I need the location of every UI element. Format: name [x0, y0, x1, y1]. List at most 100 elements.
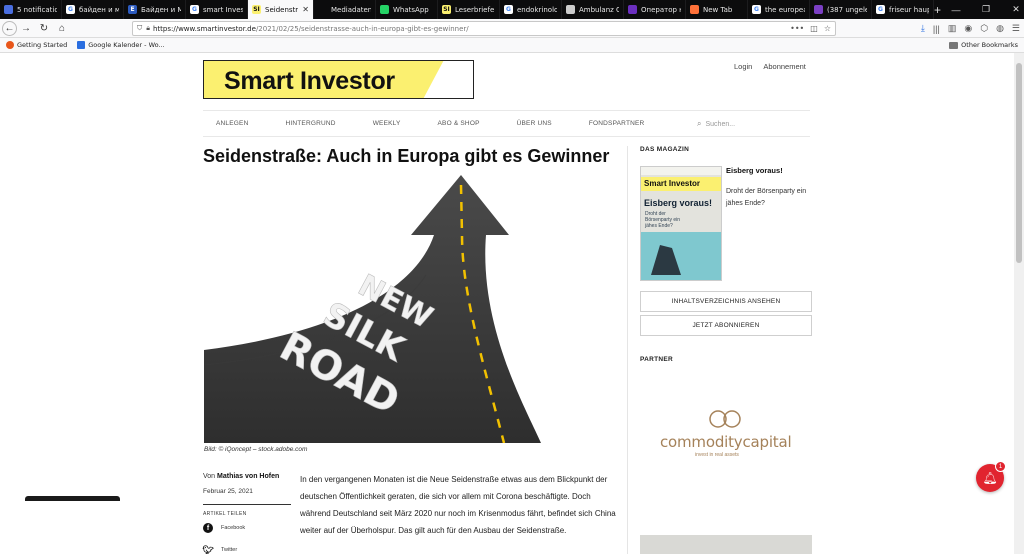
login-link[interactable]: Login	[734, 62, 752, 71]
close-tab-icon[interactable]: ✕	[302, 5, 309, 14]
cookie-bar-edge[interactable]	[25, 496, 120, 501]
page-scrollbar[interactable]	[1014, 53, 1024, 554]
sidebar-ad-image[interactable]	[640, 535, 812, 554]
pocket-icon[interactable]: ◫	[810, 24, 818, 33]
browser-tab[interactable]: Ambulanz Ca	[562, 0, 624, 19]
address-bar[interactable]: ⛉ 🔒︎ https://www.smartinvestor.de/2021/0…	[132, 21, 836, 36]
bookmark-getting-started[interactable]: Getting Started	[6, 41, 67, 49]
browser-tab[interactable]: WhatsApp	[376, 0, 438, 19]
tab-favicon-icon: G	[876, 5, 885, 14]
back-icon[interactable]: ←	[2, 20, 17, 36]
browser-tab[interactable]: Оператор на	[624, 0, 686, 19]
share-twitter-label: Twitter	[221, 547, 238, 553]
site-search[interactable]: ⌕ Suchen...	[697, 119, 735, 129]
issue-title[interactable]: Eisberg voraus!	[726, 166, 783, 175]
extension-icon[interactable]: ⬡	[980, 23, 988, 34]
tab-favicon-icon	[380, 5, 389, 14]
navigation-toolbar: ← → ↻ ⌂ ⛉ 🔒︎ https://www.smartinvestor.d…	[0, 19, 1024, 38]
page-actions-icon[interactable]: •••	[790, 24, 804, 33]
browser-tab[interactable]: Gбайден и му	[62, 0, 124, 19]
search-icon[interactable]: ⌕	[697, 119, 701, 129]
image-caption: Bild: © iQoncept – stock.adobe.com	[204, 446, 308, 453]
library-icon[interactable]: |||	[933, 24, 940, 34]
share-divider	[203, 504, 291, 505]
bookmark-google-calendar[interactable]: Google Kalender - Wo...	[77, 41, 165, 49]
reload-icon[interactable]: ↻	[35, 20, 53, 37]
tab-favicon-icon	[4, 5, 13, 14]
cover-subline: Droht der Börsenparty ein jähes Ende?	[645, 211, 681, 229]
subscription-link[interactable]: Abonnement	[763, 62, 806, 71]
browser-tab[interactable]: Gfriseur haupt	[872, 0, 934, 19]
article-hero-image: NEW SILK ROAD	[204, 175, 541, 443]
nav-anlegen[interactable]: ANLEGEN	[216, 120, 248, 127]
maximize-icon[interactable]: ❐	[971, 4, 1001, 15]
tab-title: New Tab	[703, 5, 733, 14]
home-icon[interactable]: ⌂	[53, 20, 71, 37]
other-bookmarks[interactable]: Other Bookmarks	[949, 41, 1018, 49]
account-icon[interactable]: ◉	[964, 23, 972, 34]
browser-tab[interactable]: E Байден и Му	[124, 0, 186, 19]
firefox-icon	[6, 41, 14, 49]
extension-icon-2[interactable]: ◍	[996, 23, 1004, 34]
issue-teaser: Droht der Börsenparty ein jähes Ende?	[726, 188, 807, 207]
tab-title: the european	[765, 5, 805, 14]
view-toc-button[interactable]: INHALTSVERZEICHNIS ANSEHEN	[640, 291, 812, 312]
tab-favicon-icon	[318, 5, 327, 14]
tab-title: Оператор на	[641, 5, 681, 14]
shield-icon[interactable]: ⛉	[137, 24, 142, 33]
browser-tab[interactable]: SI Leserbriefe M	[438, 0, 500, 19]
article-headline: Seidenstraße: Auch in Europa gibt es Gew…	[203, 146, 610, 166]
minimize-icon[interactable]: —	[941, 5, 971, 15]
twitter-icon: 🐦︎	[202, 544, 214, 554]
browser-tab[interactable]: Gthe european	[748, 0, 810, 19]
bell-icon: 🔔︎	[982, 471, 998, 485]
partner-tagline: invest in real assets	[695, 452, 739, 458]
browser-tab[interactable]: 5 notification	[0, 0, 62, 19]
tab-favicon-icon: SI	[252, 5, 261, 14]
magazine-cover[interactable]: Smart Investor Eisberg voraus! Droht der…	[640, 166, 722, 281]
browser-tab[interactable]: (387 ungeles	[810, 0, 872, 19]
share-twitter[interactable]: 🐦︎ Twitter	[202, 544, 238, 554]
forward-icon[interactable]: →	[17, 20, 35, 37]
site-logo[interactable]: Smart Investor	[203, 60, 474, 99]
nav-weekly[interactable]: WEEKLY	[373, 120, 401, 127]
partner-logo[interactable]: commoditycapital invest in real assets	[655, 403, 795, 463]
sidebar-icon[interactable]: ▥	[948, 23, 957, 34]
browser-tab[interactable]: New Tab	[686, 0, 748, 19]
nav-fondspartner[interactable]: FONDSPARTNER	[589, 120, 645, 127]
tab-title: 5 notification	[17, 5, 57, 14]
tab-strip: 5 notification Gбайден и му E Байден и Му Gs…	[0, 0, 1024, 19]
browser-tab[interactable]: Gendokrinolog	[500, 0, 562, 19]
scrollbar-thumb[interactable]	[1016, 63, 1022, 263]
share-facebook[interactable]: f Facebook	[203, 523, 245, 533]
nav-ueber-uns[interactable]: ÜBER UNS	[517, 120, 552, 127]
lock-icon[interactable]: 🔒︎	[146, 24, 150, 33]
menu-icon[interactable]: ☰	[1012, 23, 1020, 34]
nav-abo-shop[interactable]: ABO & SHOP	[438, 120, 480, 127]
tab-favicon-icon: G	[504, 5, 513, 14]
nav-hintergrund[interactable]: HINTERGRUND	[285, 120, 335, 127]
tab-title: Mediadaten-Sma	[331, 5, 371, 14]
browser-tab[interactable]: Gsmart Invest	[186, 0, 248, 19]
downloads-icon[interactable]: ⤓	[921, 23, 925, 34]
browser-tab[interactable]: SI Seidenstr ✕	[248, 0, 314, 19]
account-links: Login Abonnement	[734, 62, 806, 71]
cover-brand: Smart Investor	[644, 179, 701, 188]
close-window-icon[interactable]: ✕	[1001, 4, 1024, 15]
byline-prefix: Von	[203, 473, 218, 480]
cover-headline: Eisberg voraus!	[644, 198, 713, 208]
byline: Von Mathias von Hofen	[203, 473, 279, 480]
author-link[interactable]: Mathias von Hofen	[217, 473, 279, 480]
tab-favicon-icon: G	[752, 5, 761, 14]
bookmark-star-icon[interactable]: ☆	[824, 24, 831, 33]
bookmark-label: Getting Started	[17, 41, 68, 49]
subscribe-button[interactable]: JETZT ABONNIEREN	[640, 315, 812, 336]
tab-favicon-icon	[628, 5, 637, 14]
search-input[interactable]: Suchen...	[705, 121, 735, 128]
new-tab-button[interactable]: +	[934, 0, 941, 19]
partner-heading: PARTNER	[640, 356, 674, 363]
publish-date: Februar 25, 2021	[203, 488, 253, 495]
notification-bell-button[interactable]: 🔔︎ 1	[976, 461, 1006, 492]
other-bookmarks-label: Other Bookmarks	[961, 41, 1018, 49]
browser-tab[interactable]: Mediadaten-Sma	[314, 0, 376, 19]
